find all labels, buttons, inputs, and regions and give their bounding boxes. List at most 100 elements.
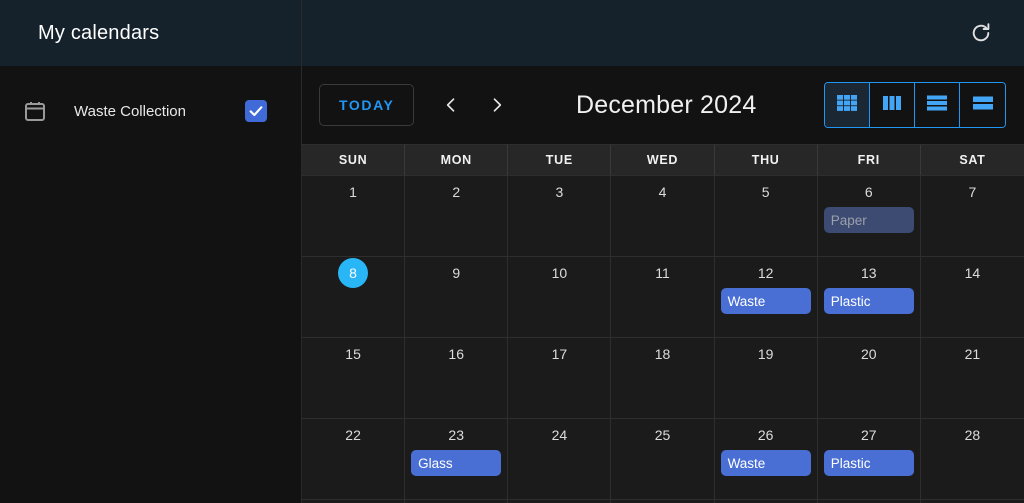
day-number: 12	[757, 265, 774, 281]
weekday-header: SUN	[302, 145, 406, 175]
day-cell[interactable]: 15	[302, 338, 406, 418]
day-number: 1	[349, 184, 357, 200]
calendar-toolbar: TODAY December 2024	[302, 66, 1024, 144]
day-cell[interactable]: 7	[920, 176, 1024, 256]
day-number: 19	[757, 346, 774, 362]
day-cell[interactable]: 9	[405, 257, 509, 337]
day-cell[interactable]: 19	[714, 338, 818, 418]
day-cell[interactable]: 17	[508, 338, 612, 418]
calendar-app: My calendars Waste Collection TODAY Dece…	[0, 0, 1024, 503]
day-number: 28	[964, 427, 981, 443]
calendar-name: Waste Collection	[74, 102, 186, 120]
day-cell[interactable]: 4	[611, 176, 715, 256]
day-cell[interactable]: 2	[405, 176, 509, 256]
main-panel: TODAY December 2024 SUN MON TUE WED THU …	[302, 0, 1024, 503]
day-cell[interactable]: 22	[302, 419, 406, 499]
calendar-event[interactable]: Plastic	[823, 450, 914, 476]
day-number: 25	[654, 427, 671, 443]
page-title: December 2024	[575, 90, 757, 119]
calendar-event[interactable]: Paper	[823, 207, 914, 233]
week-row: 15 16 17 18 19 20 21	[302, 338, 1024, 419]
day-cell[interactable]: 21	[920, 338, 1024, 418]
day-number: 18	[654, 346, 671, 362]
day-cell[interactable]: 1	[302, 176, 406, 256]
day-number: 17	[551, 346, 568, 362]
event-list: Plastic	[823, 450, 914, 476]
weekday-header: WED	[611, 145, 715, 175]
day-number: 4	[658, 184, 667, 200]
weekday-header-row: SUN MON TUE WED THU FRI SAT	[302, 144, 1024, 176]
view-button-agenda[interactable]	[960, 83, 1005, 127]
day-cell[interactable]: 25	[611, 419, 715, 499]
day-cell[interactable]: 20	[817, 338, 921, 418]
day-cell[interactable]: 27 Plastic	[817, 419, 921, 499]
weekday-header: THU	[715, 145, 818, 175]
view-button-month[interactable]	[825, 83, 870, 127]
day-cell[interactable]: 5	[714, 176, 818, 256]
columns-icon	[882, 93, 902, 118]
rows-three-icon	[926, 93, 948, 118]
main-header	[302, 0, 1024, 66]
weekday-header: MON	[405, 145, 509, 175]
day-number: 10	[551, 265, 568, 281]
day-cell[interactable]: 13 Plastic	[817, 257, 921, 337]
day-cell[interactable]: 26 Waste	[714, 419, 818, 499]
day-cell[interactable]: 24	[508, 419, 612, 499]
day-cell[interactable]: 10	[508, 257, 612, 337]
sidebar-title: My calendars	[38, 21, 160, 44]
refresh-icon[interactable]	[964, 16, 998, 50]
day-cell[interactable]: 28	[920, 419, 1024, 499]
event-list: Waste	[720, 450, 811, 476]
day-cell[interactable]: 6 Paper	[817, 176, 921, 256]
month-navigation	[434, 88, 514, 122]
weekday-header: FRI	[818, 145, 921, 175]
day-number: 24	[551, 427, 568, 443]
day-cell[interactable]: 12 Waste	[714, 257, 818, 337]
sidebar-item-waste-collection[interactable]: Waste Collection	[0, 88, 301, 134]
event-list: Paper	[823, 207, 914, 233]
day-cell[interactable]: 3	[508, 176, 612, 256]
day-cell[interactable]: 14	[920, 257, 1024, 337]
day-number: 9	[452, 265, 461, 281]
day-number: 22	[345, 427, 361, 443]
day-number: 2	[452, 184, 461, 200]
day-cell[interactable]: 23 Glass	[405, 419, 509, 499]
calendar-checkbox[interactable]	[245, 100, 267, 122]
day-number: 21	[964, 346, 981, 362]
view-switcher	[824, 82, 1006, 128]
calendar-grid: 1 2 3 4 5 6 Paper 7 8 9 10 11 12 Waste 13 Plastic 14 15 16…	[302, 176, 1024, 503]
day-number: 3	[555, 184, 564, 200]
day-number: 20	[860, 346, 877, 362]
day-number: 26	[757, 427, 774, 443]
today-button[interactable]: TODAY	[319, 84, 415, 126]
day-number: 13	[860, 265, 877, 281]
sidebar: My calendars Waste Collection	[0, 0, 302, 503]
calendar-event[interactable]: Glass	[411, 450, 502, 476]
calendar-icon	[14, 99, 56, 123]
day-number-today: 8	[338, 258, 369, 288]
sidebar-header: My calendars	[0, 0, 301, 66]
weekday-header: SAT	[959, 153, 986, 167]
week-row: 1 2 3 4 5 6 Paper 7	[302, 176, 1024, 257]
weekday-header: TUE	[508, 145, 612, 175]
day-number: 14	[964, 265, 981, 281]
day-number: 27	[860, 427, 877, 443]
prev-month-button[interactable]	[434, 88, 468, 122]
calendar-event[interactable]: Waste	[720, 450, 811, 476]
day-number: 5	[761, 184, 770, 200]
day-cell[interactable]: 16	[405, 338, 509, 418]
view-button-week[interactable]	[870, 83, 915, 127]
day-number: 7	[968, 184, 977, 200]
day-number: 11	[655, 265, 670, 281]
calendar-event[interactable]: Waste	[720, 288, 811, 314]
day-number: 15	[345, 346, 361, 362]
day-cell[interactable]: 18	[611, 338, 715, 418]
event-list: Plastic	[823, 288, 914, 314]
day-number: 6	[864, 184, 873, 200]
day-cell[interactable]: 8	[302, 257, 406, 337]
day-number: 16	[448, 346, 464, 362]
view-button-day[interactable]	[915, 83, 960, 127]
day-cell[interactable]: 11	[611, 257, 715, 337]
calendar-event[interactable]: Plastic	[823, 288, 914, 314]
grid-3x3-icon	[836, 93, 858, 118]
